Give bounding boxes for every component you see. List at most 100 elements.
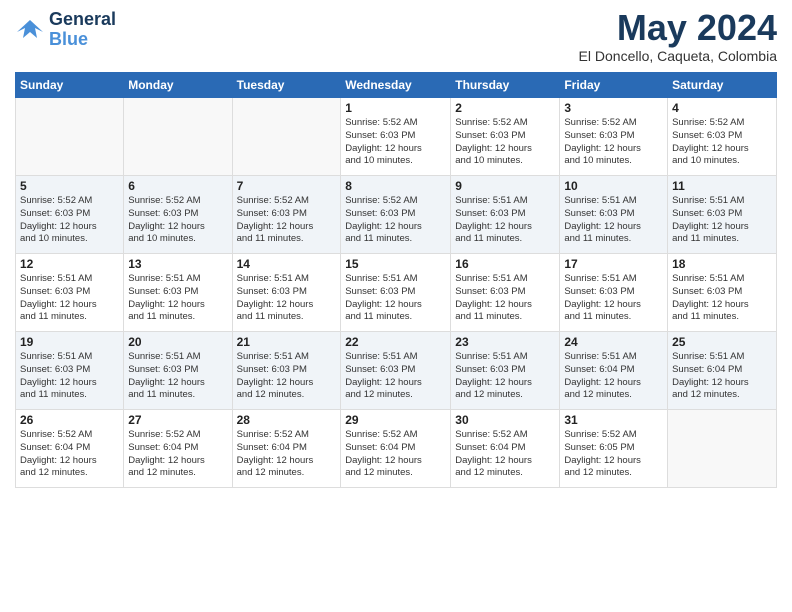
day-info: Sunrise: 5:52 AM Sunset: 6:03 PM Dayligh… [564, 117, 663, 168]
calendar-table: SundayMondayTuesdayWednesdayThursdayFrid… [15, 72, 777, 488]
weekday-header: Sunday [16, 73, 124, 98]
day-info: Sunrise: 5:51 AM Sunset: 6:04 PM Dayligh… [564, 351, 663, 402]
day-info: Sunrise: 5:52 AM Sunset: 6:03 PM Dayligh… [237, 195, 337, 246]
calendar-cell: 10 Sunrise: 5:51 AM Sunset: 6:03 PM Dayli… [560, 176, 668, 254]
day-number: 1 [345, 101, 446, 115]
title-block: May 2024 El Doncello, Caqueta, Colombia [579, 10, 777, 64]
day-number: 17 [564, 257, 663, 271]
weekday-header: Monday [124, 73, 232, 98]
day-number: 28 [237, 413, 337, 427]
day-info: Sunrise: 5:51 AM Sunset: 6:03 PM Dayligh… [128, 351, 227, 402]
calendar-cell: 30 Sunrise: 5:52 AM Sunset: 6:04 PM Dayli… [451, 410, 560, 488]
day-number: 15 [345, 257, 446, 271]
day-info: Sunrise: 5:51 AM Sunset: 6:03 PM Dayligh… [455, 195, 555, 246]
day-number: 18 [672, 257, 772, 271]
calendar-cell: 24Sunrise: 5:51 AM Sunset: 6:04 PM Dayli… [560, 332, 668, 410]
weekday-header: Tuesday [232, 73, 341, 98]
day-number: 21 [237, 335, 337, 349]
calendar-cell: 5 Sunrise: 5:52 AM Sunset: 6:03 PM Daylig… [16, 176, 124, 254]
day-number: 25 [672, 335, 772, 349]
day-number: 5 [20, 179, 119, 193]
day-number: 20 [128, 335, 227, 349]
calendar-cell: 12 Sunrise: 5:51 AM Sunset: 6:03 PM Dayli… [16, 254, 124, 332]
day-info: Sunrise: 5:52 AM Sunset: 6:05 PM Dayligh… [564, 429, 663, 480]
day-number: 11 [672, 179, 772, 193]
calendar-cell [668, 410, 777, 488]
calendar-cell: 2Sunrise: 5:52 AM Sunset: 6:03 PM Daylig… [451, 98, 560, 176]
day-number: 6 [128, 179, 227, 193]
weekday-header: Friday [560, 73, 668, 98]
calendar-cell [124, 98, 232, 176]
calendar-week-row: 26Sunrise: 5:52 AM Sunset: 6:04 PM Dayli… [16, 410, 777, 488]
calendar-cell: 21 Sunrise: 5:51 AM Sunset: 6:03 PM Dayli… [232, 332, 341, 410]
calendar-week-row: 12 Sunrise: 5:51 AM Sunset: 6:03 PM Dayli… [16, 254, 777, 332]
calendar-week-row: 1 Sunrise: 5:52 AM Sunset: 6:03 PM Daylig… [16, 98, 777, 176]
day-number: 9 [455, 179, 555, 193]
day-number: 27 [128, 413, 227, 427]
calendar-cell [16, 98, 124, 176]
calendar-cell: 28 Sunrise: 5:52 AM Sunset: 6:04 PM Dayli… [232, 410, 341, 488]
day-info: Sunrise: 5:52 AM Sunset: 6:03 PM Dayligh… [672, 117, 772, 168]
day-info: Sunrise: 5:52 AM Sunset: 6:03 PM Dayligh… [345, 117, 446, 168]
calendar-cell: 29 Sunrise: 5:52 AM Sunset: 6:04 PM Dayli… [341, 410, 451, 488]
day-number: 30 [455, 413, 555, 427]
day-info: Sunrise: 5:51 AM Sunset: 6:03 PM Dayligh… [345, 273, 446, 324]
day-info: Sunrise: 5:51 AM Sunset: 6:03 PM Dayligh… [564, 195, 663, 246]
day-info: Sunrise: 5:51 AM Sunset: 6:03 PM Dayligh… [20, 351, 119, 402]
calendar-cell [232, 98, 341, 176]
calendar-cell: 8Sunrise: 5:52 AM Sunset: 6:03 PM Daylig… [341, 176, 451, 254]
calendar-cell: 6 Sunrise: 5:52 AM Sunset: 6:03 PM Daylig… [124, 176, 232, 254]
day-info: Sunrise: 5:52 AM Sunset: 6:04 PM Dayligh… [455, 429, 555, 480]
weekday-header: Thursday [451, 73, 560, 98]
calendar-week-row: 5 Sunrise: 5:52 AM Sunset: 6:03 PM Daylig… [16, 176, 777, 254]
calendar-cell: 9 Sunrise: 5:51 AM Sunset: 6:03 PM Daylig… [451, 176, 560, 254]
calendar-cell: 4 Sunrise: 5:52 AM Sunset: 6:03 PM Daylig… [668, 98, 777, 176]
calendar-cell: 25 Sunrise: 5:51 AM Sunset: 6:04 PM Dayli… [668, 332, 777, 410]
calendar-cell: 23Sunrise: 5:51 AM Sunset: 6:03 PM Dayli… [451, 332, 560, 410]
day-number: 14 [237, 257, 337, 271]
calendar-cell: 19 Sunrise: 5:51 AM Sunset: 6:03 PM Dayli… [16, 332, 124, 410]
calendar-cell: 22Sunrise: 5:51 AM Sunset: 6:03 PM Dayli… [341, 332, 451, 410]
day-info: Sunrise: 5:51 AM Sunset: 6:03 PM Dayligh… [237, 351, 337, 402]
weekday-header-row: SundayMondayTuesdayWednesdayThursdayFrid… [16, 73, 777, 98]
day-number: 12 [20, 257, 119, 271]
day-info: Sunrise: 5:52 AM Sunset: 6:04 PM Dayligh… [237, 429, 337, 480]
calendar-cell: 20 Sunrise: 5:51 AM Sunset: 6:03 PM Dayli… [124, 332, 232, 410]
calendar-cell: 13 Sunrise: 5:51 AM Sunset: 6:03 PM Dayli… [124, 254, 232, 332]
day-info: Sunrise: 5:52 AM Sunset: 6:04 PM Dayligh… [20, 429, 119, 480]
day-info: Sunrise: 5:51 AM Sunset: 6:04 PM Dayligh… [672, 351, 772, 402]
calendar-cell: 15 Sunrise: 5:51 AM Sunset: 6:03 PM Dayli… [341, 254, 451, 332]
day-number: 3 [564, 101, 663, 115]
day-number: 4 [672, 101, 772, 115]
day-info: Sunrise: 5:51 AM Sunset: 6:03 PM Dayligh… [455, 351, 555, 402]
page-header: General Blue May 2024 El Doncello, Caque… [15, 10, 777, 64]
calendar-week-row: 19 Sunrise: 5:51 AM Sunset: 6:03 PM Dayli… [16, 332, 777, 410]
day-info: Sunrise: 5:52 AM Sunset: 6:03 PM Dayligh… [345, 195, 446, 246]
month-title: May 2024 [579, 10, 777, 46]
calendar-cell: 7Sunrise: 5:52 AM Sunset: 6:03 PM Daylig… [232, 176, 341, 254]
day-number: 2 [455, 101, 555, 115]
calendar-cell: 26Sunrise: 5:52 AM Sunset: 6:04 PM Dayli… [16, 410, 124, 488]
day-number: 13 [128, 257, 227, 271]
day-number: 10 [564, 179, 663, 193]
calendar-cell: 31 Sunrise: 5:52 AM Sunset: 6:05 PM Dayli… [560, 410, 668, 488]
day-info: Sunrise: 5:52 AM Sunset: 6:03 PM Dayligh… [128, 195, 227, 246]
day-info: Sunrise: 5:52 AM Sunset: 6:03 PM Dayligh… [20, 195, 119, 246]
day-number: 29 [345, 413, 446, 427]
logo-icon [15, 18, 45, 42]
day-info: Sunrise: 5:51 AM Sunset: 6:03 PM Dayligh… [20, 273, 119, 324]
calendar-cell: 1 Sunrise: 5:52 AM Sunset: 6:03 PM Daylig… [341, 98, 451, 176]
calendar-cell: 17Sunrise: 5:51 AM Sunset: 6:03 PM Dayli… [560, 254, 668, 332]
calendar-cell: 11Sunrise: 5:51 AM Sunset: 6:03 PM Dayli… [668, 176, 777, 254]
calendar-cell: 3 Sunrise: 5:52 AM Sunset: 6:03 PM Daylig… [560, 98, 668, 176]
calendar-cell: 16 Sunrise: 5:51 AM Sunset: 6:03 PM Dayli… [451, 254, 560, 332]
day-number: 22 [345, 335, 446, 349]
day-number: 31 [564, 413, 663, 427]
logo: General Blue [15, 10, 116, 50]
day-number: 16 [455, 257, 555, 271]
calendar-cell: 18Sunrise: 5:51 AM Sunset: 6:03 PM Dayli… [668, 254, 777, 332]
day-info: Sunrise: 5:52 AM Sunset: 6:04 PM Dayligh… [345, 429, 446, 480]
day-number: 19 [20, 335, 119, 349]
day-info: Sunrise: 5:51 AM Sunset: 6:03 PM Dayligh… [128, 273, 227, 324]
day-info: Sunrise: 5:51 AM Sunset: 6:03 PM Dayligh… [455, 273, 555, 324]
